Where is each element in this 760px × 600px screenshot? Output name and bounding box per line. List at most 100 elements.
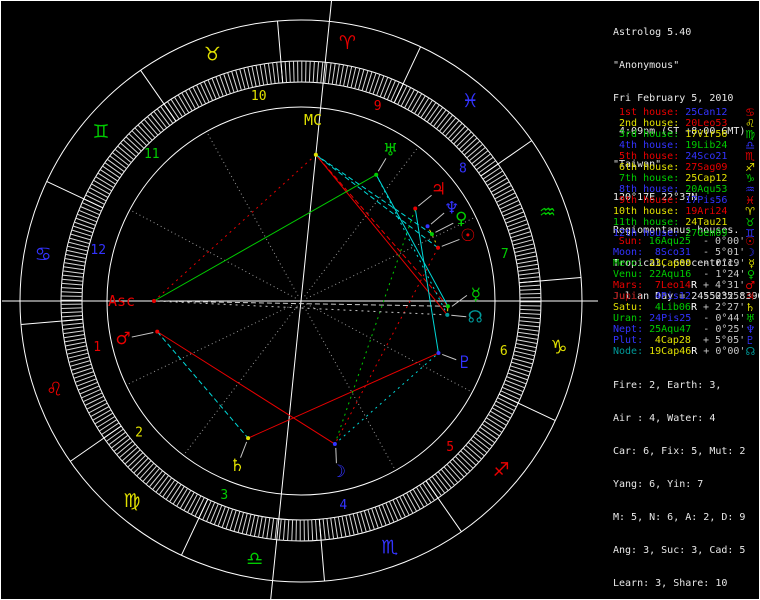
planet-dot [332, 442, 337, 447]
wheel-planet-glyph-mars: ♂ [115, 329, 130, 349]
planet-label-colon: : [637, 247, 650, 258]
planet-dot [374, 172, 379, 177]
house-label: 11th [613, 217, 638, 228]
planet-position: 24Pis25 [649, 313, 692, 324]
house-label: 9th [619, 195, 638, 206]
house-row: 11th house: 24Tau21 ♉ [613, 217, 759, 228]
wheel-sign-glyph-aquarius: ♒ [539, 201, 556, 223]
house-label-word: house: [637, 140, 686, 151]
planet-row: Node: 19Cap46 R + 0°00' ☊ [613, 345, 759, 358]
house-cusp-value: 24Sco21 [685, 151, 728, 162]
planet-label: Merc [613, 258, 638, 269]
planet-row: Nept: 25Aqu47 - 0°25' ♆ [613, 324, 759, 335]
wheel-planet-glyph-merc: ☿ [471, 285, 481, 305]
planet-position: 23Cap09 [649, 258, 692, 269]
wheel-sign-glyph-scorpio: ♏ [381, 537, 398, 559]
house-cusp-value: 19Ari24 [685, 206, 728, 217]
wheel-sign-glyph-pisces: ♓ [462, 90, 479, 112]
house-label: 8th [619, 184, 638, 195]
house-cusp-list: 1st house: 25Can12 ♋ 2nd house: 20Leo53 ♌ 3r… [613, 107, 759, 239]
planet-row: Merc: 23Cap09 - 0°19' ☿ [613, 258, 759, 269]
house-row: 5th house: 24Sco21 ♏ [613, 151, 759, 162]
house-label-word: house: [637, 107, 686, 118]
house-number-4: 4 [339, 498, 347, 513]
planet-row: Mars: 7Leo14 R + 4°31' ♂ [613, 280, 759, 291]
house-label: 2nd [619, 118, 638, 129]
stats-learn: Learn: 3, Share: 10 [613, 578, 728, 589]
house-cusp-value: 27Sag09 [685, 162, 728, 173]
element-stats: Fire: 2, Earth: 3, Air : 4, Water: 4 Car… [613, 358, 759, 599]
app-title: Astrolog 5.40 [613, 27, 692, 38]
house-label-word: house: [637, 184, 686, 195]
aspect-line-trine [153, 174, 377, 302]
wheel-sign-glyph-gemini: ♊ [92, 121, 109, 143]
planet-label: Satu [613, 302, 638, 313]
aspect-line-square [153, 154, 317, 302]
planet-position: 4Pis12 [654, 291, 691, 302]
planet-label: Plut [613, 335, 638, 346]
planet-dot [152, 299, 156, 303]
planet-label-colon: : [637, 302, 650, 313]
aspect-line-square [315, 154, 449, 307]
house-label-word: house: [637, 129, 686, 140]
planet-label-colon: : [637, 346, 650, 357]
planet-icon: ☊ [745, 345, 756, 358]
house-number-2: 2 [135, 426, 143, 441]
planet-label: Moon [613, 247, 638, 258]
house-label: 6th [619, 162, 638, 173]
house-cusp-value: 25Cap12 [685, 173, 728, 184]
planet-label: Uran [613, 313, 638, 324]
planet-dot [445, 304, 450, 309]
house-label-word: house: [637, 162, 686, 173]
planet-label-colon: : [637, 269, 650, 280]
wheel-planet-glyph-sun: ☉ [460, 226, 475, 246]
house-number-6: 6 [500, 344, 508, 359]
planet-velocity: - 0°00' [696, 236, 746, 247]
house-label-word: house: [637, 173, 686, 184]
wheel-planet-glyph-plut: ♇ [457, 353, 472, 373]
aspect-line-square [156, 331, 336, 445]
planet-dot [313, 152, 318, 157]
planet-row: Venu: 22Aqu16 - 1°24' ♀ [613, 269, 759, 280]
planet-dot [425, 224, 430, 229]
chart-date: Fri February 5, 2010 [613, 93, 734, 104]
house-row: 2nd house: 20Leo53 ♌ [613, 118, 759, 129]
wheel-sign-glyph-capricorn: ♑ [550, 336, 567, 358]
planet-label: Venu [613, 269, 638, 280]
wheel-planet-glyph-node: ☊ [468, 308, 483, 328]
house-row: 3rd house: 17Vir56 ♍ [613, 129, 759, 140]
planet-dot [155, 329, 160, 334]
house-number-5: 5 [446, 440, 454, 455]
house-row: 9th house: 17Pis56 ♓ [613, 195, 759, 206]
wheel-planet-glyph-nept: ♆ [444, 198, 459, 218]
wheel-planet-glyph-uran: ♅ [383, 141, 398, 161]
planet-velocity: - 0°55' [696, 291, 746, 302]
planet-label: Node [613, 346, 638, 357]
planet-list: Sun: 16Aqu25 - 0°00' ☉ Moon: 8Sco31 - 5°01… [613, 236, 759, 358]
astrolog-window: ☉ ☽ ☿ ♀ ♂ ♃ ♄ ♅ ♆ ♇ ☊ ♈ ♉ ♊ ♋ ♌ ♍ ♎ ♏ ♐ ♑ ♒ ♓ 1 2 3 4 5 6 7 8 9 10 11 12 As… [0, 0, 760, 600]
planet-label: Nept [613, 324, 638, 335]
house-cusp-value: 25Can12 [685, 107, 728, 118]
planet-dot [429, 232, 434, 237]
planet-label-colon: : [637, 258, 650, 269]
house-label: 3rd [619, 129, 638, 140]
house-row: 7th house: 25Cap12 ♑ [613, 173, 759, 184]
planet-position: 22Aqu16 [649, 269, 692, 280]
wheel-sign-glyph-taurus: ♉ [204, 43, 221, 65]
midheaven-label: MC [304, 111, 322, 129]
planet-position: 25Aqu47 [649, 324, 692, 335]
house-row: 1st house: 25Can12 ♋ [613, 107, 759, 118]
house-number-12: 12 [90, 243, 106, 258]
planet-label-colon: : [637, 335, 650, 346]
house-number-9: 9 [374, 99, 382, 114]
planet-dot [246, 436, 251, 441]
planet-label-colon: : [637, 291, 650, 302]
planet-row: Plut: 4Cap28 + 5°05' ♇ [613, 335, 759, 346]
wheel-planet-glyph-satu: ♄ [230, 456, 245, 476]
wheel-sign-glyph-cancer: ♋ [35, 244, 52, 266]
planet-label-colon: : [637, 313, 650, 324]
planet-velocity: + 4°31' [696, 280, 746, 291]
info-panel: Astrolog 5.40 "Anonymous" Fri February 5… [611, 1, 759, 589]
house-row: 10th house: 19Ari24 ♈ [613, 206, 759, 217]
house-row: 6th house: 27Sag09 ♐ [613, 162, 759, 173]
